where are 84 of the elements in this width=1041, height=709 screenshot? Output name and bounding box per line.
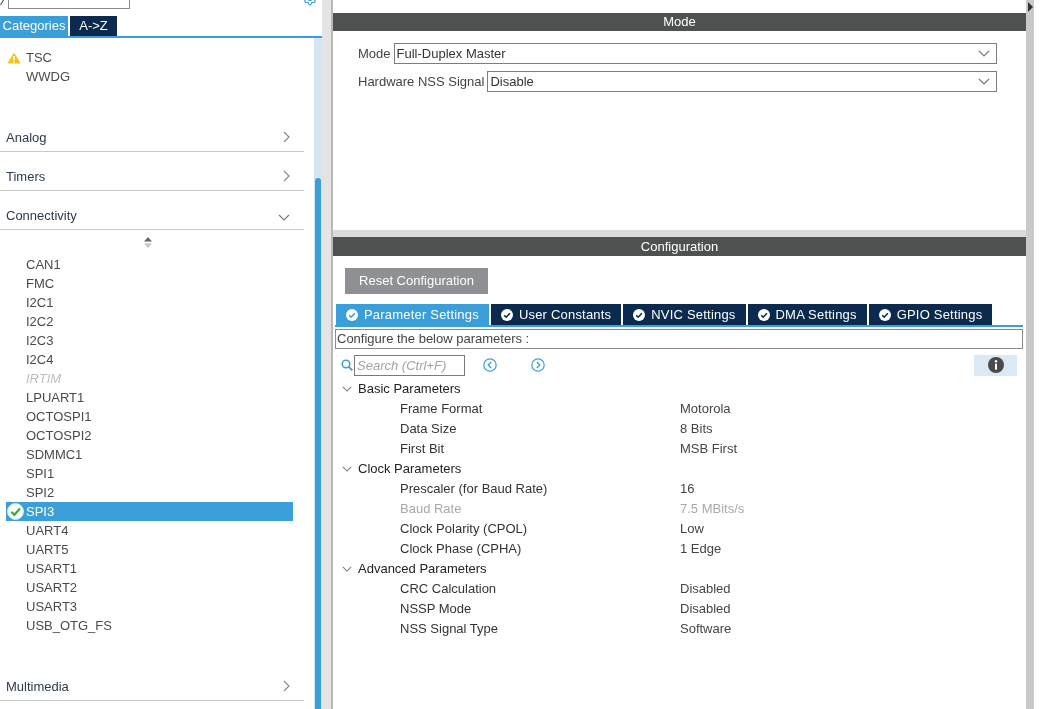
check-circle-icon — [757, 308, 770, 321]
peripheral-item[interactable]: UART4 — [6, 521, 293, 540]
peripheral-item[interactable]: CAN1 — [6, 255, 293, 274]
chevron-down-icon[interactable] — [978, 50, 990, 57]
peripheral-item[interactable]: I2C3 — [6, 331, 293, 350]
parameter-label: Frame Format — [400, 401, 484, 417]
category-header[interactable]: Analog — [0, 113, 304, 152]
peripheral-item[interactable]: I2C2 — [6, 312, 293, 331]
section-header: Mode — [333, 13, 1026, 31]
group-label: Basic Parameters — [358, 381, 461, 397]
scrollbar-thumb[interactable] — [315, 178, 321, 709]
chevron-left-icon[interactable] — [0, 0, 4, 6]
settings-tab[interactable]: User Constants — [490, 304, 622, 325]
category-header[interactable]: Connectivity — [0, 191, 304, 230]
field-label: Hardware NSS Signal — [358, 73, 485, 90]
chevron-down-icon[interactable] — [342, 386, 352, 392]
parameter-value[interactable]: MSB First — [680, 441, 738, 457]
peripheral-item[interactable]: OCTOSPI1 — [6, 407, 293, 426]
parameter-value[interactable]: Low — [680, 521, 704, 537]
category-header[interactable]: Timers — [0, 152, 304, 191]
parameter-value[interactable]: 1 Edge — [680, 541, 722, 557]
dropdown[interactable]: Disable — [487, 71, 997, 92]
check-circle-icon — [633, 308, 646, 321]
chevron-down-icon[interactable] — [978, 78, 990, 85]
group-label: Advanced Parameters — [358, 561, 487, 577]
parameter-label: Clock Polarity (CPOL) — [400, 521, 529, 537]
peripheral-item[interactable]: SDMMC1 — [6, 445, 293, 464]
parameter-value[interactable]: Software — [680, 621, 732, 637]
parameter-label: NSSP Mode — [400, 601, 473, 617]
instruction-text: Configure the below parameters : — [335, 329, 1023, 349]
settings-tab[interactable]: DMA Settings — [747, 304, 867, 325]
dropdown[interactable]: Full-Duplex Master — [393, 43, 997, 64]
settings-tab[interactable]: NVIC Settings — [623, 304, 746, 325]
search-field[interactable]: Search (Ctrl+F) — [354, 354, 465, 376]
parameter-label: NSS Signal Type — [400, 621, 500, 637]
group-label: Clock Parameters — [358, 461, 462, 477]
peripheral-item[interactable]: I2C1 — [6, 293, 293, 312]
section-header: Configuration — [333, 237, 1026, 256]
parameter-value[interactable]: Disabled — [680, 581, 731, 597]
parameter-label: Data Size — [400, 421, 458, 437]
parameter-label: Clock Phase (CPHA) — [400, 541, 523, 557]
peripheral-item[interactable]: USART2 — [6, 578, 293, 597]
peripheral-item[interactable]: FMC — [6, 274, 293, 293]
chevron-right-icon[interactable] — [283, 680, 290, 692]
parameter-label: Prescaler (for Baud Rate) — [400, 481, 549, 497]
peripheral-item[interactable]: SPI2 — [6, 483, 293, 502]
parameter-label: CRC Calculation — [400, 581, 498, 597]
peripheral-item[interactable]: SPI1 — [6, 464, 293, 483]
settings-tab[interactable]: GPIO Settings — [868, 304, 993, 325]
chevron-down-icon[interactable] — [342, 566, 352, 572]
gear-icon[interactable] — [303, 0, 317, 6]
sidebar-tab[interactable]: A->Z — [70, 16, 117, 36]
check-circle-icon — [346, 308, 358, 321]
category-header[interactable]: Multimedia — [0, 662, 304, 701]
check-circle-icon — [878, 308, 891, 321]
parameter-value[interactable]: Motorola — [680, 401, 731, 417]
search-icon — [341, 359, 353, 371]
parameter-value[interactable]: Disabled — [680, 601, 731, 617]
parameter-label: Baud Rate — [400, 501, 463, 517]
peripheral-item[interactable]: WWDG — [6, 67, 293, 86]
peripheral-item[interactable]: OCTOSPI2 — [6, 426, 293, 445]
chevron-down-icon[interactable] — [342, 466, 352, 472]
peripheral-item[interactable]: USART1 — [6, 559, 293, 578]
peripheral-item[interactable]: USART3 — [6, 597, 293, 616]
parameter-value[interactable]: 16 — [680, 481, 695, 497]
info-button[interactable] — [974, 354, 1017, 376]
chevron-right-circle-icon[interactable] — [531, 358, 545, 372]
peripheral-item[interactable]: UART5 — [6, 540, 293, 559]
chevron-right-icon[interactable] — [283, 170, 290, 182]
check-circle-icon — [500, 308, 513, 321]
sort-icon[interactable] — [144, 237, 152, 248]
scrollbar-track[interactable] — [314, 38, 322, 709]
parameter-value[interactable]: 8 Bits — [680, 421, 713, 437]
peripheral-item[interactable]: USB_OTG_FS — [6, 616, 293, 635]
field-label: Mode — [358, 45, 391, 62]
peripheral-item[interactable]: I2C4 — [6, 350, 293, 369]
chevron-right-icon[interactable] — [283, 131, 290, 143]
chevron-left-circle-icon[interactable] — [483, 358, 497, 372]
info-icon — [987, 357, 1004, 373]
chevron-down-icon[interactable] — [278, 214, 290, 221]
peripheral-item[interactable]: TSC — [6, 48, 293, 67]
parameter-label: First Bit — [400, 441, 446, 457]
search-field[interactable] — [8, 0, 130, 9]
peripheral-item[interactable]: LPUART1 — [6, 388, 293, 407]
